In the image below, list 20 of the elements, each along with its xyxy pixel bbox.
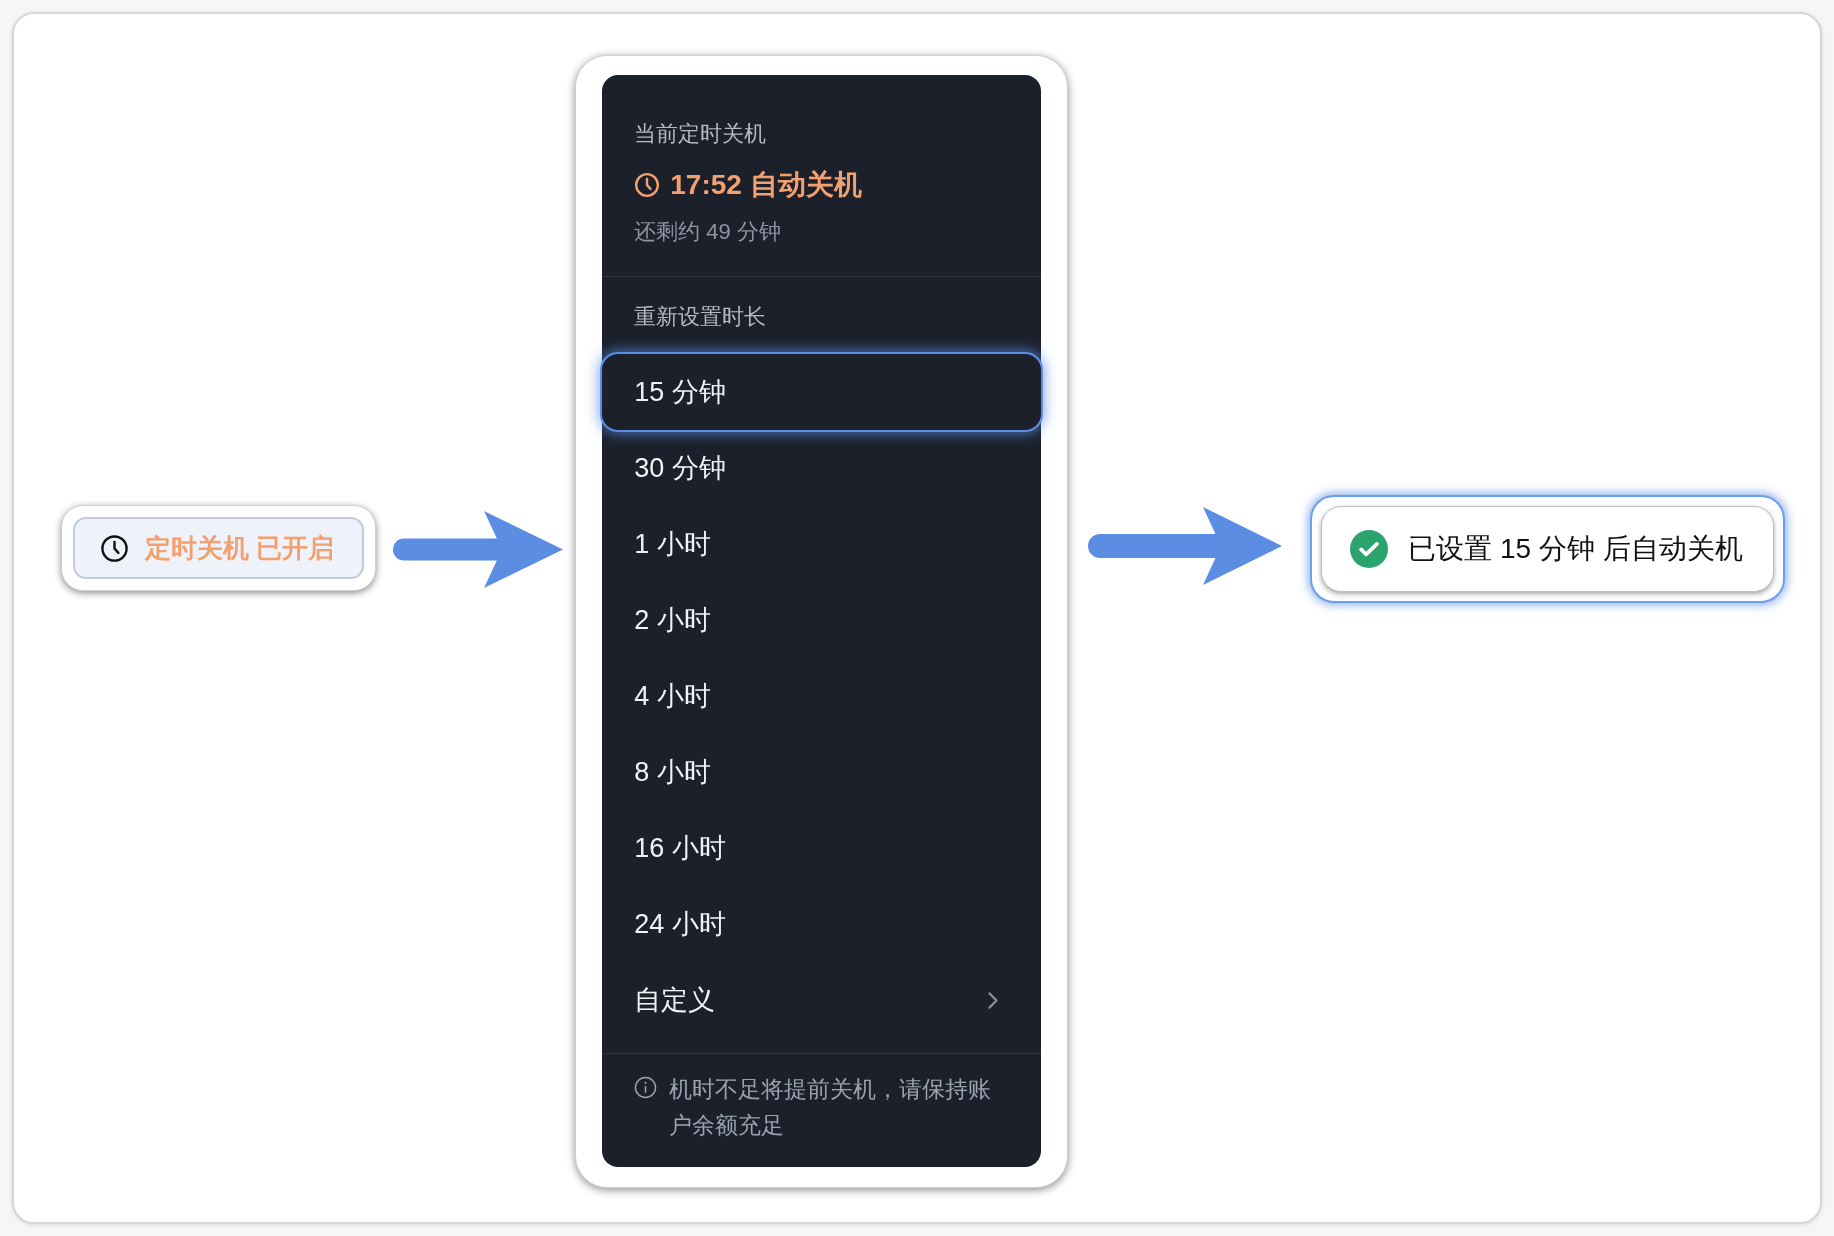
shutdown-time: 17:52 自动关机 bbox=[670, 168, 862, 202]
duration-option[interactable]: 自定义 bbox=[602, 962, 1042, 1038]
section-label: 重新设置时长 bbox=[633, 303, 768, 331]
chevron-right-icon bbox=[987, 990, 1000, 1010]
current-timer-label: 当前定时关机 bbox=[634, 120, 768, 148]
duration-option[interactable]: 2 小时 bbox=[602, 582, 1042, 658]
duration-option[interactable]: 15 分钟 bbox=[602, 354, 1042, 430]
check-circle-icon bbox=[1350, 530, 1389, 568]
duration-option[interactable]: 30 分钟 bbox=[602, 430, 1042, 506]
duration-option[interactable]: 1 小时 bbox=[602, 506, 1042, 582]
remaining-time: 还剩约 49 分钟 bbox=[634, 218, 782, 246]
duration-option[interactable]: 24 小时 bbox=[602, 886, 1042, 962]
balance-note: 机时不足将提前关机，请保持账户余额充足 bbox=[669, 1075, 993, 1140]
info-icon bbox=[634, 1076, 658, 1099]
clock-icon bbox=[634, 172, 661, 198]
duration-option[interactable]: 16 小时 bbox=[602, 810, 1042, 886]
duration-option[interactable]: 4 小时 bbox=[602, 658, 1042, 734]
toast-message: 已设置 15 分钟 后自动关机 bbox=[1408, 532, 1743, 566]
duration-option[interactable]: 8 小时 bbox=[602, 734, 1042, 810]
clock-icon bbox=[100, 533, 129, 563]
